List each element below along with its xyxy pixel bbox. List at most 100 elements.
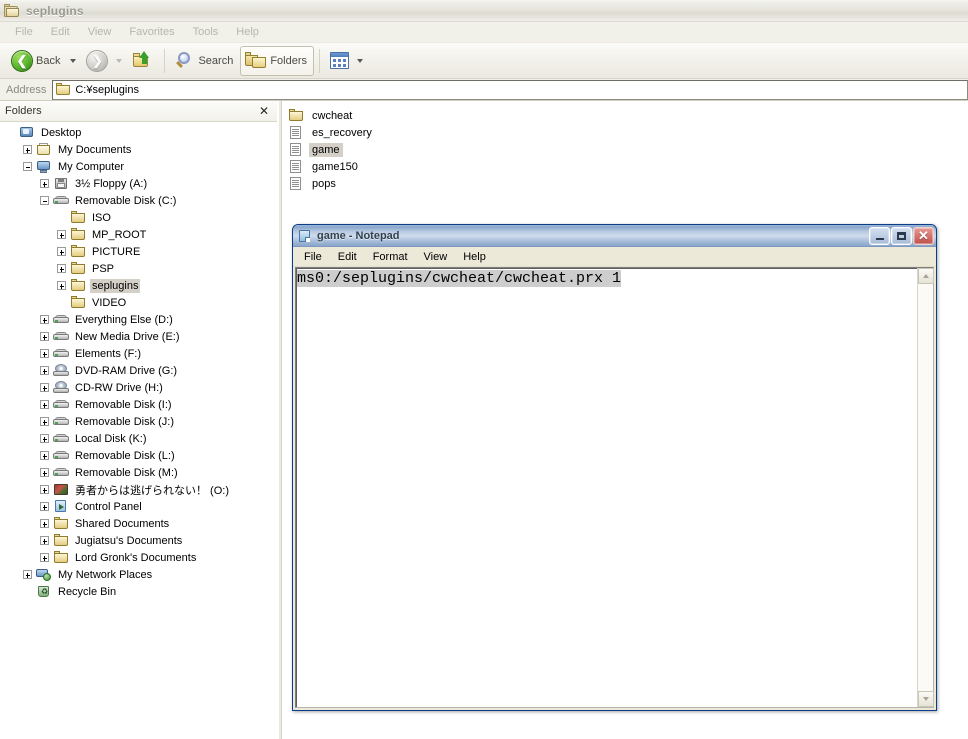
tree-item[interactable]: seplugins — [0, 277, 277, 294]
folder-icon — [70, 278, 86, 293]
text-file-icon — [288, 125, 304, 140]
scroll-down-icon[interactable] — [918, 691, 934, 707]
expand-icon[interactable] — [40, 485, 49, 494]
game-disc-icon — [53, 482, 69, 497]
file-list-item[interactable]: cwcheat — [286, 107, 968, 124]
tree-item[interactable]: My Network Places — [0, 566, 277, 583]
tree-item[interactable]: Removable Disk (C:) — [0, 192, 277, 209]
expand-icon[interactable] — [40, 553, 49, 562]
expand-icon[interactable] — [40, 315, 49, 324]
forward-dropdown-icon[interactable] — [116, 58, 123, 63]
expand-icon[interactable] — [40, 434, 49, 443]
expand-icon[interactable] — [57, 230, 66, 239]
notepad-menu-help[interactable]: Help — [455, 249, 494, 265]
menu-file[interactable]: File — [6, 24, 42, 40]
tree-item[interactable]: PICTURE — [0, 243, 277, 260]
folders-button[interactable]: Folders — [240, 45, 315, 76]
tree-item[interactable]: Control Panel — [0, 498, 277, 515]
file-list-item[interactable]: game — [286, 141, 968, 158]
expand-icon[interactable] — [40, 179, 49, 188]
tree-item[interactable]: VIDEO — [0, 294, 277, 311]
up-button[interactable] — [127, 46, 159, 76]
expand-icon[interactable] — [40, 332, 49, 341]
tree-item[interactable]: MP_ROOT — [0, 226, 277, 243]
tree-item-label: Everything Else (D:) — [75, 313, 173, 326]
minimize-icon[interactable] — [869, 226, 890, 245]
expand-icon[interactable] — [40, 451, 49, 460]
tree-item[interactable]: PSP — [0, 260, 277, 277]
notepad-titlebar[interactable]: game - Notepad ✕ — [293, 225, 936, 247]
expand-icon[interactable] — [57, 264, 66, 273]
notepad-textarea[interactable]: ms0:/seplugins/cwcheat/cwcheat.prx 1 — [296, 268, 917, 707]
notepad-menu-format[interactable]: Format — [365, 249, 416, 265]
expand-icon[interactable] — [23, 145, 32, 154]
tree-item[interactable]: 3½ Floppy (A:) — [0, 175, 277, 192]
address-input[interactable]: C:¥seplugins — [52, 79, 968, 100]
tree-item[interactable]: Removable Disk (L:) — [0, 447, 277, 464]
tree-item[interactable]: New Media Drive (E:) — [0, 328, 277, 345]
back-dropdown-icon[interactable] — [70, 58, 77, 63]
file-list-item[interactable]: pops — [286, 175, 968, 192]
notepad-menu-edit[interactable]: Edit — [330, 249, 365, 265]
close-icon[interactable]: ✕ — [257, 105, 271, 117]
views-dropdown-icon[interactable] — [357, 58, 364, 63]
tree-item[interactable]: ISO — [0, 209, 277, 226]
tree-item[interactable]: My Documents — [0, 141, 277, 158]
expand-icon[interactable] — [40, 536, 49, 545]
tree-item[interactable]: Jugiatsu's Documents — [0, 532, 277, 549]
tree-item[interactable]: CD-RW Drive (H:) — [0, 379, 277, 396]
expand-icon[interactable] — [40, 366, 49, 375]
address-value: C:¥seplugins — [75, 83, 139, 96]
menu-favorites[interactable]: Favorites — [120, 24, 183, 40]
maximize-icon[interactable] — [891, 226, 912, 245]
back-button[interactable]: ❮ Back — [6, 46, 67, 76]
expand-icon[interactable] — [40, 417, 49, 426]
menu-view[interactable]: View — [79, 24, 121, 40]
expand-icon[interactable] — [57, 281, 66, 290]
tree-item-label: MP_ROOT — [92, 228, 147, 241]
tree-item[interactable]: Removable Disk (I:) — [0, 396, 277, 413]
notepad-menu-file[interactable]: File — [296, 249, 330, 265]
tree-item[interactable]: Removable Disk (J:) — [0, 413, 277, 430]
expand-icon[interactable] — [40, 349, 49, 358]
tree-item[interactable]: Shared Documents — [0, 515, 277, 532]
scroll-up-icon[interactable] — [918, 268, 934, 284]
tree-item[interactable]: Desktop — [0, 124, 277, 141]
tree-item[interactable]: Removable Disk (M:) — [0, 464, 277, 481]
notepad-menu-view[interactable]: View — [416, 249, 456, 265]
views-button[interactable] — [325, 46, 354, 76]
expand-icon[interactable] — [57, 247, 66, 256]
notepad-icon — [297, 229, 312, 243]
menu-tools[interactable]: Tools — [184, 24, 228, 40]
tree-item[interactable]: DVD-RAM Drive (G:) — [0, 362, 277, 379]
tree-item-label: Jugiatsu's Documents — [75, 534, 183, 547]
notepad-vertical-scrollbar[interactable] — [917, 268, 934, 707]
menu-edit[interactable]: Edit — [42, 24, 79, 40]
file-list-item[interactable]: es_recovery — [286, 124, 968, 141]
forward-button[interactable]: ❯ — [81, 46, 113, 76]
tree-item[interactable]: Local Disk (K:) — [0, 430, 277, 447]
expand-icon[interactable] — [40, 383, 49, 392]
expand-icon[interactable] — [40, 468, 49, 477]
menu-help[interactable]: Help — [227, 24, 268, 40]
tree-item[interactable]: Lord Gronk's Documents — [0, 549, 277, 566]
expand-icon[interactable] — [40, 400, 49, 409]
expand-icon[interactable] — [40, 502, 49, 511]
tree-item[interactable]: 勇者からは逃げられない！ (O:) — [0, 481, 277, 498]
tree-item[interactable]: My Computer — [0, 158, 277, 175]
collapse-icon[interactable] — [23, 162, 32, 171]
expand-icon[interactable] — [40, 519, 49, 528]
scrollbar-track[interactable] — [918, 284, 933, 691]
tree-item[interactable]: Elements (F:) — [0, 345, 277, 362]
expand-icon[interactable] — [23, 570, 32, 579]
search-button-label: Search — [198, 54, 234, 67]
close-icon[interactable]: ✕ — [913, 226, 934, 245]
collapse-icon[interactable] — [40, 196, 49, 205]
file-list-item[interactable]: game150 — [286, 158, 968, 175]
explorer-titlebar[interactable]: seplugins — [0, 0, 968, 22]
search-button[interactable]: Search — [170, 46, 240, 76]
tree-item[interactable]: ♻ Recycle Bin — [0, 583, 277, 600]
tree-item[interactable]: Everything Else (D:) — [0, 311, 277, 328]
folder-tree[interactable]: Desktop My Documents My Computer 3½ Floppy … — [0, 122, 277, 739]
